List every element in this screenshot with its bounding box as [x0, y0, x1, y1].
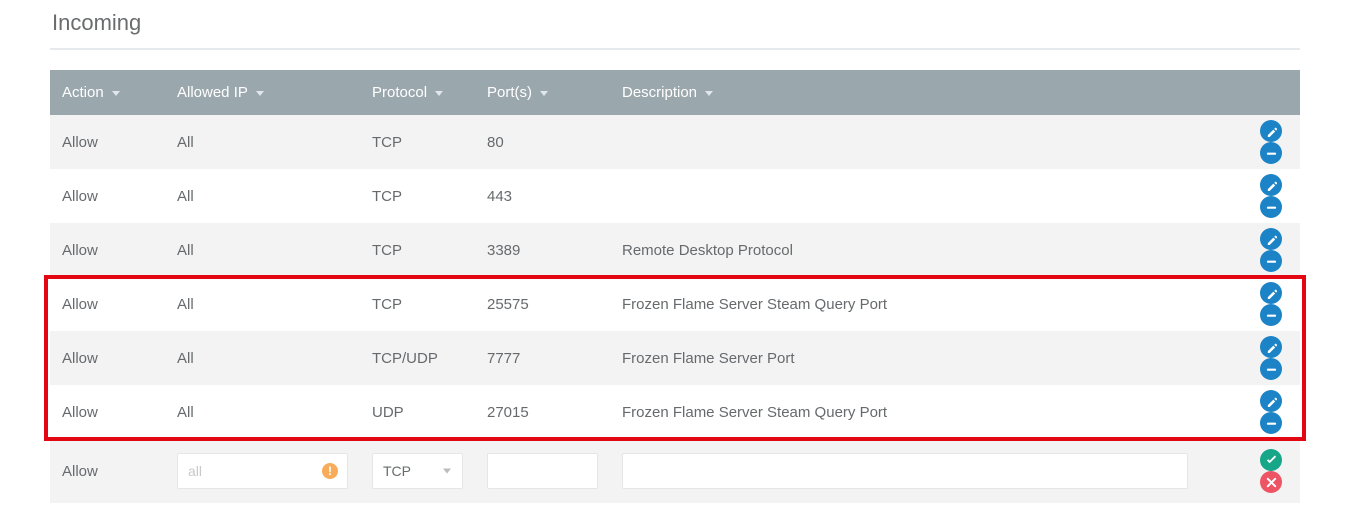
table-header-row: Action Allowed IP Protocol Port(s) [50, 70, 1300, 115]
minus-icon [1266, 256, 1277, 267]
cell-tools [1200, 115, 1300, 169]
cell-tools [1200, 385, 1300, 439]
col-header-description[interactable]: Description [610, 70, 1200, 115]
chevron-down-icon [540, 91, 548, 96]
add-rule-row: Allow ! TCP [50, 439, 1300, 503]
cell-protocol: TCP [360, 277, 475, 331]
cell-tools [1200, 169, 1300, 223]
remove-button[interactable] [1260, 358, 1282, 380]
cell-ports: 27015 [475, 385, 610, 439]
remove-button[interactable] [1260, 250, 1282, 272]
protocol-select[interactable]: TCP [372, 453, 463, 489]
firewall-table: Action Allowed IP Protocol Port(s) [50, 70, 1300, 503]
table-row: Allow All TCP 443 [50, 169, 1300, 223]
table-row: Allow All TCP 25575 Frozen Flame Server … [50, 277, 1300, 331]
chevron-down-icon [435, 91, 443, 96]
minus-icon [1266, 202, 1277, 213]
edit-button[interactable] [1260, 336, 1282, 358]
chevron-down-icon [112, 91, 120, 96]
cell-description [610, 115, 1200, 169]
col-header-ports[interactable]: Port(s) [475, 70, 610, 115]
table-row: Allow All UDP 27015 Frozen Flame Server … [50, 385, 1300, 439]
warning-icon: ! [322, 463, 338, 479]
col-header-action-label: Action [62, 84, 104, 101]
cell-description: Frozen Flame Server Port [610, 331, 1200, 385]
cell-protocol: TCP/UDP [360, 331, 475, 385]
cell-ports: 80 [475, 115, 610, 169]
col-header-protocol[interactable]: Protocol [360, 70, 475, 115]
cell-action: Allow [50, 115, 165, 169]
minus-icon [1266, 148, 1277, 159]
edit-icon [1266, 180, 1277, 191]
col-header-protocol-label: Protocol [372, 84, 427, 101]
col-header-tools [1200, 70, 1300, 115]
ports-input[interactable] [487, 453, 598, 489]
cell-ports: 443 [475, 169, 610, 223]
remove-button[interactable] [1260, 412, 1282, 434]
minus-icon [1266, 310, 1277, 321]
remove-button[interactable] [1260, 142, 1282, 164]
cancel-button[interactable] [1260, 471, 1282, 493]
edit-icon [1266, 288, 1277, 299]
firewall-table-wrap: Action Allowed IP Protocol Port(s) [50, 70, 1300, 503]
edit-icon [1266, 126, 1277, 137]
cell-description: Frozen Flame Server Steam Query Port [610, 385, 1200, 439]
confirm-button[interactable] [1260, 449, 1282, 471]
edit-icon [1266, 396, 1277, 407]
cell-action: Allow [50, 277, 165, 331]
description-input[interactable] [622, 453, 1188, 489]
col-header-allowed-ip[interactable]: Allowed IP [165, 70, 360, 115]
col-header-allowed-ip-label: Allowed IP [177, 84, 248, 101]
edit-button[interactable] [1260, 390, 1282, 412]
edit-icon [1266, 342, 1277, 353]
times-icon [1266, 477, 1277, 488]
col-header-action[interactable]: Action [50, 70, 165, 115]
remove-button[interactable] [1260, 196, 1282, 218]
cell-ports: 25575 [475, 277, 610, 331]
cell-ports: 3389 [475, 223, 610, 277]
cell-allowed-ip: All [165, 385, 360, 439]
col-header-ports-label: Port(s) [487, 84, 532, 101]
minus-icon [1266, 364, 1277, 375]
edit-button[interactable] [1260, 228, 1282, 250]
cell-tools [1200, 331, 1300, 385]
cell-description [610, 169, 1200, 223]
remove-button[interactable] [1260, 304, 1282, 326]
cell-protocol: UDP [360, 385, 475, 439]
cell-protocol: TCP [360, 169, 475, 223]
edit-icon [1266, 234, 1277, 245]
minus-icon [1266, 418, 1277, 429]
cell-protocol: TCP [360, 115, 475, 169]
check-icon [1266, 455, 1277, 466]
cell-allowed-ip: All [165, 169, 360, 223]
cell-tools [1200, 277, 1300, 331]
cell-action: Allow [50, 169, 165, 223]
edit-button[interactable] [1260, 282, 1282, 304]
edit-button[interactable] [1260, 120, 1282, 142]
table-row: Allow All TCP/UDP 7777 Frozen Flame Serv… [50, 331, 1300, 385]
cell-ports: 7777 [475, 331, 610, 385]
cell-action: Allow [50, 223, 165, 277]
chevron-down-icon [256, 91, 264, 96]
add-row-action-label: Allow [50, 439, 165, 503]
cell-description: Frozen Flame Server Steam Query Port [610, 277, 1200, 331]
cell-protocol: TCP [360, 223, 475, 277]
col-header-description-label: Description [622, 84, 697, 101]
edit-button[interactable] [1260, 174, 1282, 196]
cell-description: Remote Desktop Protocol [610, 223, 1200, 277]
cell-allowed-ip: All [165, 223, 360, 277]
cell-tools [1200, 223, 1300, 277]
cell-action: Allow [50, 331, 165, 385]
cell-action: Allow [50, 385, 165, 439]
table-row: Allow All TCP 80 [50, 115, 1300, 169]
cell-allowed-ip: All [165, 331, 360, 385]
section-title: Incoming [50, 0, 1300, 50]
cell-allowed-ip: All [165, 115, 360, 169]
chevron-down-icon [705, 91, 713, 96]
cell-allowed-ip: All [165, 277, 360, 331]
table-row: Allow All TCP 3389 Remote Desktop Protoc… [50, 223, 1300, 277]
